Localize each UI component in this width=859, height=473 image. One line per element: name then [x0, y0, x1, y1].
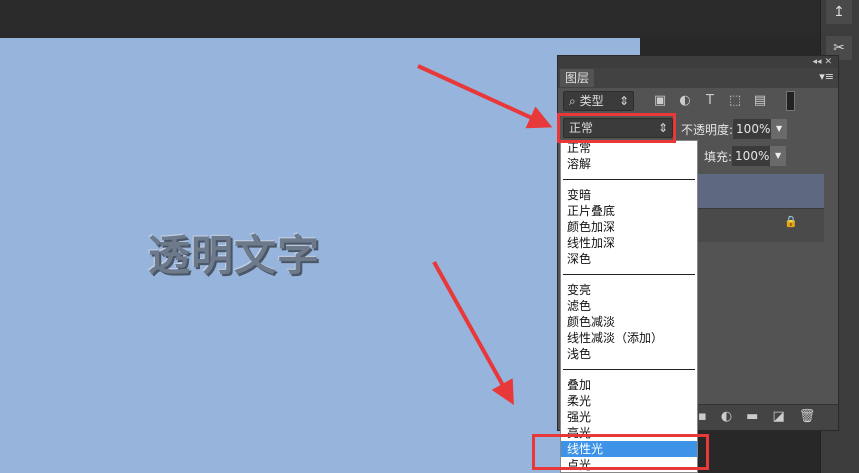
layers-bottom-bar: ▪ ◐ ▬ ◪ 🗑	[688, 404, 838, 430]
highlight-box-blend-mode	[557, 113, 676, 143]
opacity-input[interactable]: 100%	[733, 119, 772, 139]
layer-row-background[interactable]: 🔒	[696, 208, 824, 242]
fill-input[interactable]: 100%	[732, 146, 771, 166]
lock-icon: 🔒	[784, 215, 798, 228]
option-multiply[interactable]: 正片叠底	[561, 203, 697, 219]
shape-filter-icon[interactable]: ⬚	[726, 93, 744, 108]
option-linear-burn[interactable]: 线性加深	[561, 235, 697, 251]
top-bar	[0, 0, 820, 38]
option-darker-color[interactable]: 深色	[561, 251, 697, 267]
collapse-icon[interactable]: ◂◂	[813, 57, 822, 67]
filter-type-select[interactable]: ⌕ 类型 ⇕	[563, 91, 634, 111]
panel-menu-icon[interactable]: ▾≡	[819, 70, 834, 83]
option-lighten[interactable]: 变亮	[561, 282, 697, 298]
text-filter-icon[interactable]: T	[701, 93, 719, 108]
option-hard-light[interactable]: 强光	[561, 409, 697, 425]
panel-header: ◂◂ ✕	[558, 56, 838, 68]
filter-value: 类型	[579, 94, 604, 108]
tab-bar	[558, 68, 838, 88]
option-dissolve[interactable]: 溶解	[561, 156, 697, 172]
separator	[563, 274, 695, 275]
fill-dropdown-icon[interactable]: ▼	[770, 146, 787, 166]
option-overlay[interactable]: 叠加	[561, 377, 697, 393]
option-color-dodge[interactable]: 颜色减淡	[561, 314, 697, 330]
option-darken[interactable]: 变暗	[561, 187, 697, 203]
highlight-box-linear-light	[532, 434, 709, 470]
search-icon: ⌕	[569, 94, 576, 108]
canvas-text-layer: 透明文字	[148, 231, 321, 280]
opacity-label: 不透明度:	[681, 122, 734, 137]
tool-button-1[interactable]: ↥	[826, 0, 852, 24]
separator	[563, 369, 695, 370]
tab-layers[interactable]: 图层	[560, 69, 594, 87]
close-icon[interactable]: ✕	[824, 57, 832, 67]
smart-object-filter-icon[interactable]: ▤	[751, 93, 769, 108]
new-layer-icon[interactable]: ◪	[772, 409, 784, 424]
adjustment-layer-icon[interactable]: ◐	[721, 409, 732, 424]
blend-mode-dropdown-list: 正常 溶解 变暗 正片叠底 颜色加深 线性加深 深色 变亮 滤色 颜色减淡 线性…	[560, 140, 698, 473]
option-linear-dodge[interactable]: 线性减淡（添加）	[561, 330, 697, 346]
option-soft-light[interactable]: 柔光	[561, 393, 697, 409]
image-filter-icon[interactable]: ▣	[651, 93, 669, 108]
trash-icon[interactable]: 🗑	[799, 409, 816, 424]
folder-icon[interactable]: ▬	[746, 409, 758, 424]
opacity-dropdown-icon[interactable]: ▼	[771, 119, 788, 139]
separator	[563, 179, 695, 180]
option-screen[interactable]: 滤色	[561, 298, 697, 314]
option-lighter-color[interactable]: 浅色	[561, 346, 697, 362]
option-color-burn[interactable]: 颜色加深	[561, 219, 697, 235]
filter-toggle[interactable]	[786, 91, 795, 111]
adjustment-filter-icon[interactable]: ◐	[676, 93, 694, 108]
fill-label: 填充:	[704, 149, 733, 164]
select-arrows-icon: ⇕	[618, 94, 629, 108]
mask-icon[interactable]: ▪	[698, 409, 707, 424]
